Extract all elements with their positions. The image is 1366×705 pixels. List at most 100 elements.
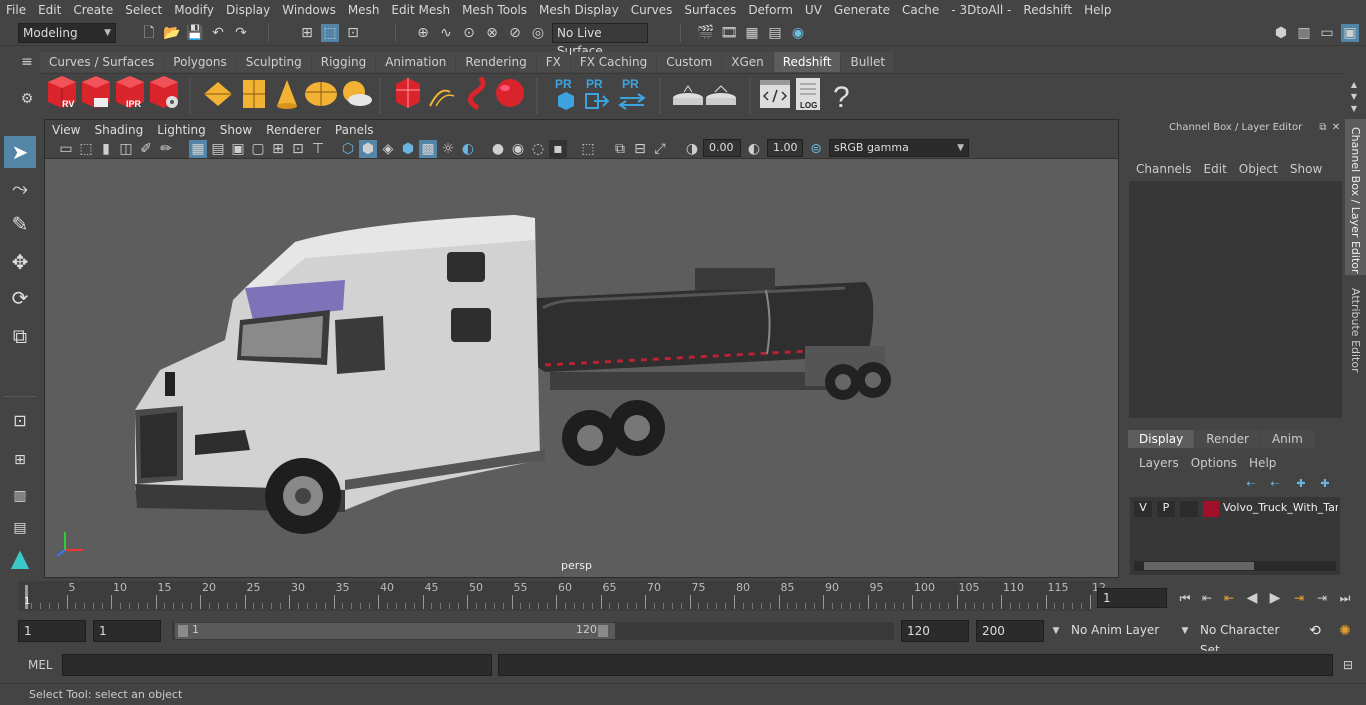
menu-mesh-tools[interactable]: Mesh Tools: [456, 0, 533, 20]
tab-display[interactable]: Display: [1128, 430, 1195, 448]
tab-polygons[interactable]: Polygons: [164, 52, 236, 72]
redo-icon[interactable]: ↷: [232, 24, 250, 42]
playback-end-field[interactable]: 120: [901, 620, 969, 642]
snap-point-icon[interactable]: ⊙: [460, 24, 478, 42]
menu-select[interactable]: Select: [119, 0, 168, 20]
save-scene-icon[interactable]: 💾: [186, 24, 204, 42]
range-slider-fill[interactable]: [175, 623, 615, 639]
range-slider[interactable]: 1 120: [172, 622, 894, 640]
tab-fx[interactable]: FX: [536, 52, 570, 72]
scrollbar-thumb[interactable]: [1144, 562, 1254, 570]
snap-view-icon[interactable]: ⊗: [483, 24, 501, 42]
step-back-icon[interactable]: ⇤: [1198, 589, 1216, 607]
options-menu[interactable]: Options: [1191, 456, 1237, 470]
lasso-tool-icon[interactable]: ⤳: [4, 172, 36, 204]
menu-uv[interactable]: UV: [799, 0, 828, 20]
menu-display[interactable]: Display: [220, 0, 276, 20]
depth-of-field-icon[interactable]: ◌: [529, 140, 547, 158]
visibility-toggle[interactable]: V: [1134, 501, 1152, 517]
playback-toggle[interactable]: P: [1157, 501, 1175, 517]
undo-icon[interactable]: ↶: [209, 24, 227, 42]
wireframe-icon[interactable]: ⬡: [339, 140, 357, 158]
range-handle-right[interactable]: [598, 625, 608, 637]
proxy-icon[interactable]: [204, 82, 232, 106]
toggle-panel-icon[interactable]: ▭: [1318, 24, 1336, 42]
mel-label[interactable]: MEL: [28, 658, 53, 672]
shelf-settings-icon[interactable]: ⚙: [18, 90, 36, 108]
step-forward-key-icon[interactable]: ⇥: [1290, 589, 1308, 607]
colorspace-dropdown[interactable]: sRGB gamma ▼: [829, 139, 969, 157]
tab-rendering[interactable]: Rendering: [456, 52, 536, 72]
auto-key-icon[interactable]: ⟲: [1306, 622, 1324, 640]
vp-menu-show[interactable]: Show: [213, 123, 259, 137]
move-layer-up-icon[interactable]: ⇠: [1242, 475, 1260, 493]
motion-blur-icon[interactable]: ●: [489, 140, 507, 158]
toggle-panel-icon[interactable]: ▥: [1295, 24, 1313, 42]
grid-icon[interactable]: ▦: [189, 140, 207, 158]
object-menu[interactable]: Object: [1239, 162, 1278, 176]
step-forward-icon[interactable]: ⇥: [1313, 589, 1331, 607]
exposure-field[interactable]: 0.00: [703, 139, 741, 157]
dome-light-icon[interactable]: [305, 82, 337, 106]
textured-icon[interactable]: ⬢: [399, 140, 417, 158]
gate-mask-icon[interactable]: ▢: [249, 140, 267, 158]
mode-selector[interactable]: Modeling ▼: [18, 23, 116, 43]
menu-cache[interactable]: Cache: [896, 0, 945, 20]
select-tool-icon[interactable]: ➤: [4, 136, 36, 168]
paint-select-tool-icon[interactable]: ✎: [4, 208, 36, 240]
snap-surface-icon[interactable]: ⊘: [506, 24, 524, 42]
tab-fx-caching[interactable]: FX Caching: [570, 52, 657, 72]
camera-icon[interactable]: ▭: [57, 140, 75, 158]
render-frame-icon[interactable]: 🎞: [720, 24, 738, 42]
exposure-icon[interactable]: ◑: [683, 140, 701, 158]
new-layer-selected-icon[interactable]: ✚: [1316, 475, 1334, 493]
range-handle-left[interactable]: [178, 625, 188, 637]
new-scene-icon[interactable]: 🗋: [140, 24, 158, 42]
tab-sculpting[interactable]: Sculpting: [236, 52, 311, 72]
safe-title-icon[interactable]: ⊤: [309, 140, 327, 158]
shelf-menu-icon[interactable]: ≡: [18, 53, 36, 71]
layer-color-swatch[interactable]: [1203, 501, 1219, 517]
ipr-render-icon[interactable]: ▦: [743, 24, 761, 42]
texture-cube-icon[interactable]: [396, 78, 420, 108]
tab-curves-surfaces[interactable]: Curves / Surfaces: [40, 52, 164, 72]
maya-logo-icon[interactable]: ▲: [4, 542, 36, 574]
grid-proxy-icon[interactable]: [243, 80, 265, 108]
render-sequence-cube-icon[interactable]: [82, 76, 110, 108]
tab-animation[interactable]: Animation: [376, 52, 456, 72]
time-slider[interactable]: 5 10 15 20 25 30 35 40 45 50 55 60 65 70 75 80 85 90 95 100…: [18, 581, 1106, 611]
snap-curve-icon[interactable]: ∿: [437, 24, 455, 42]
render-view-icon[interactable]: 🎬: [697, 24, 715, 42]
script-editor-icon[interactable]: [760, 80, 790, 108]
cone-light-icon[interactable]: [277, 80, 297, 109]
scene-start-field[interactable]: 1: [18, 620, 86, 642]
camera-attr-icon[interactable]: ⬚: [77, 140, 95, 158]
outliner-view-icon[interactable]: ▤: [4, 512, 36, 544]
backface-icon[interactable]: ⤢: [651, 140, 669, 158]
menu-edit[interactable]: Edit: [32, 0, 67, 20]
menu-create[interactable]: Create: [67, 0, 119, 20]
safe-action-icon[interactable]: ⊡: [289, 140, 307, 158]
film-gate-icon[interactable]: ▤: [209, 140, 227, 158]
vp-menu-panels[interactable]: Panels: [328, 123, 381, 137]
sun-sky-icon[interactable]: [343, 81, 372, 106]
sphere-icon[interactable]: [496, 79, 524, 107]
mel-input[interactable]: [62, 654, 492, 676]
proxy-swap-icon[interactable]: [618, 93, 646, 110]
select-hierarchy-icon[interactable]: ⊞: [298, 24, 316, 42]
tab-bullet[interactable]: Bullet: [841, 52, 895, 72]
anim-layer-dropdown[interactable]: No Anim Layer: [1066, 620, 1176, 642]
four-view-icon[interactable]: ⊞: [4, 444, 36, 476]
layer-name[interactable]: Volvo_Truck_With_Tan: [1223, 501, 1338, 514]
layer-scrollbar[interactable]: [1134, 561, 1336, 571]
display-type-toggle[interactable]: [1180, 501, 1198, 517]
layers-menu[interactable]: Layers: [1139, 456, 1179, 470]
shelf-scroll-down-icon[interactable]: ▼: [1345, 100, 1363, 118]
open-scene-icon[interactable]: 📂: [163, 24, 181, 42]
step-back-key-icon[interactable]: ⇤: [1220, 589, 1238, 607]
proxy-export-icon[interactable]: [558, 92, 574, 110]
go-to-end-icon[interactable]: ⏭: [1336, 589, 1354, 607]
scene-end-field[interactable]: 200: [976, 620, 1044, 642]
anti-alias-icon[interactable]: ◉: [509, 140, 527, 158]
channels-menu[interactable]: Channels: [1136, 162, 1192, 176]
